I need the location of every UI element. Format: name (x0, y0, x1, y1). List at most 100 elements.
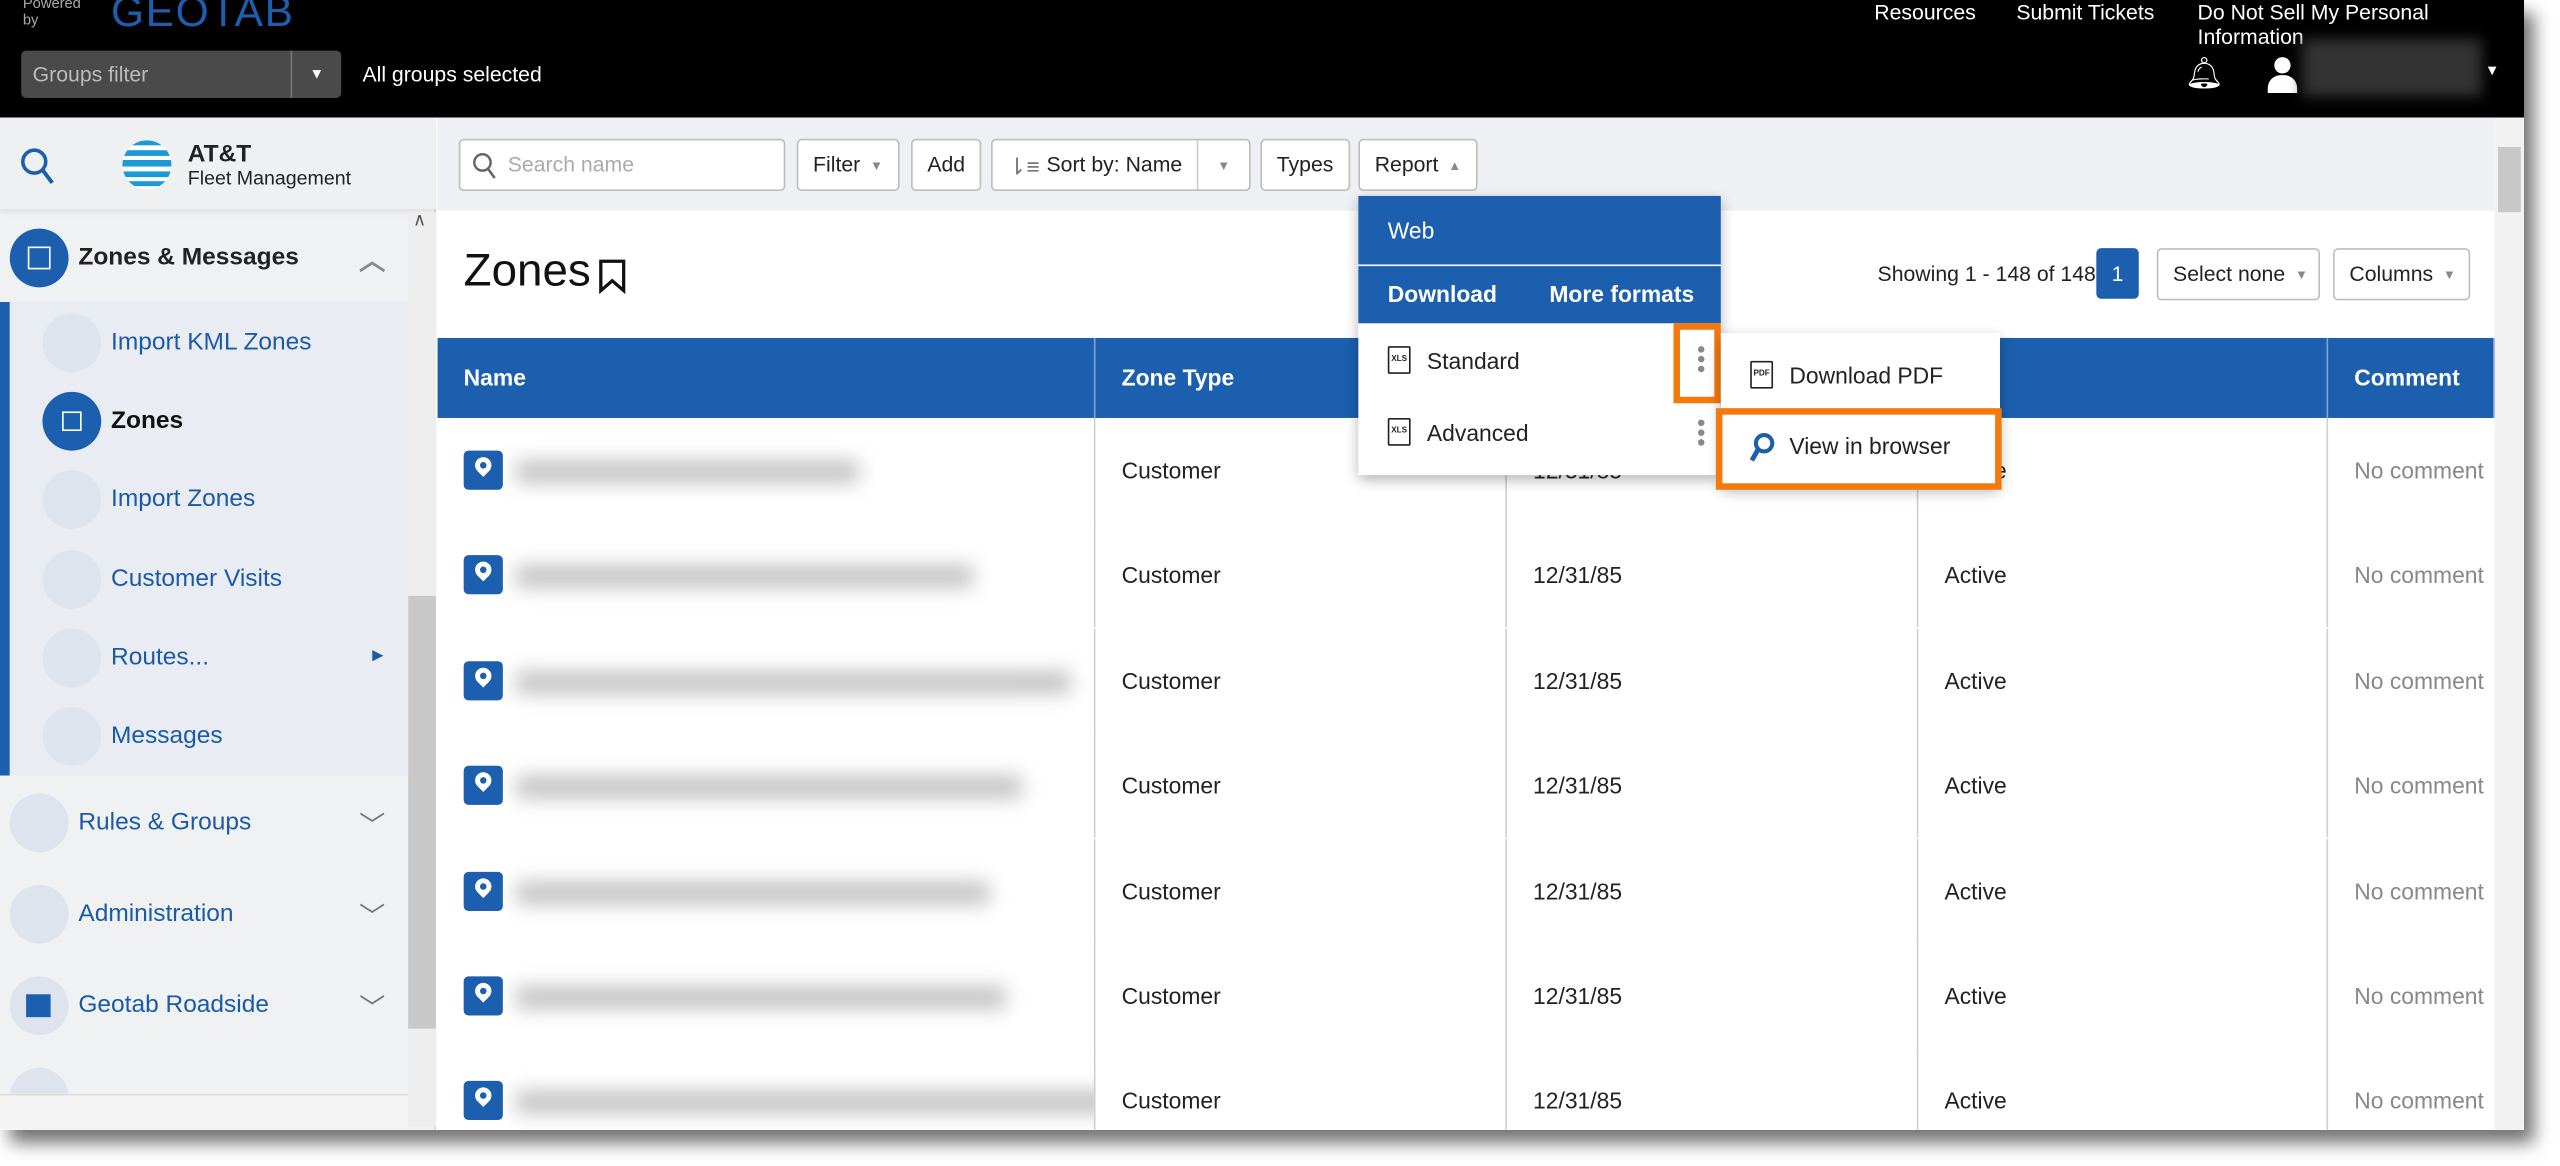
cell-status: Active (1918, 523, 2329, 628)
caret-down-icon: ▼ (1217, 158, 1231, 174)
sidebar-section-zones-messages[interactable]: Zones & Messages ︿ (0, 219, 408, 297)
chevron-up-icon[interactable]: ︿ (359, 238, 385, 277)
cell-date: 12/31/85 (1507, 628, 1919, 733)
zones-messages-icon (9, 228, 69, 288)
cell-name[interactable] (438, 838, 1096, 944)
cell-comment: No comment (2354, 1087, 2484, 1115)
menu-item-web[interactable]: Web (1358, 195, 1721, 265)
cell-name[interactable] (438, 1048, 1096, 1130)
highlight-view-in-browser (1715, 408, 2002, 490)
table-row[interactable]: Customer12/31/85Active No comment (438, 733, 2495, 838)
groups-status: All groups selected (362, 62, 542, 87)
sidebar-item-import-zones[interactable]: Import Zones (0, 460, 408, 538)
add-button[interactable]: Add (911, 138, 982, 192)
report-menu: Web Download More formats XLS Standard X… (1358, 195, 1721, 476)
zone-pin-icon (463, 871, 503, 911)
main-scrollbar-thumb[interactable] (2497, 146, 2521, 213)
menu-item-label: Download PDF (1789, 362, 1944, 389)
link-resources[interactable]: Resources (1874, 0, 1975, 24)
sidebar-header: AT&T Fleet Management (0, 117, 436, 209)
cell-date: 12/31/85 (1507, 943, 1919, 1049)
table-row[interactable]: Customer12/31/85Active No comment (438, 523, 2495, 628)
powered-by-label: Powered by (22, 0, 81, 28)
sidebar-section-rules-groups[interactable]: Rules & Groups ﹀ (0, 784, 408, 862)
select-none-label: Select none (2173, 261, 2286, 286)
cell-comment: No comment (2354, 562, 2484, 589)
bell-icon[interactable]: 🔔︎ (2184, 54, 2223, 93)
groups-filter-placeholder: Groups filter (32, 62, 149, 87)
redacted-zone-name (515, 460, 859, 484)
sidebar-item-customer-visits[interactable]: Customer Visits (0, 540, 408, 618)
sidebar-section-partial[interactable] (0, 1058, 408, 1094)
main-scrollbar-track[interactable] (2494, 117, 2525, 1130)
cell-name[interactable] (438, 523, 1096, 628)
routes-icon (42, 628, 102, 688)
chevron-down-icon[interactable]: ﹀ (359, 986, 385, 1025)
groups-filter-input[interactable]: Groups filter ▼ (21, 50, 342, 98)
cell-name[interactable] (438, 628, 1096, 733)
sidebar-item-import-kml-zones[interactable]: Import KML Zones (0, 304, 408, 382)
cell-zone-type: Customer (1096, 628, 1507, 733)
section-icon (9, 1067, 69, 1094)
menu-item-download-pdf[interactable]: PDF Download PDF (1721, 333, 2000, 408)
rules-groups-icon (9, 793, 69, 853)
bookmark-icon[interactable] (598, 258, 627, 294)
sidebar: AT&T Fleet Management ∧ ∨ Zones & Messag… (0, 117, 436, 1130)
geotab-logo: GEOTAB (111, 0, 295, 36)
search-icon[interactable] (20, 147, 56, 186)
redacted-zone-name (515, 880, 990, 904)
sidebar-item-messages[interactable]: Messages (0, 697, 408, 775)
chevron-down-icon[interactable]: ﹀ (359, 803, 385, 842)
user-menu-caret-icon[interactable]: ▼ (2485, 62, 2500, 78)
cell-comment: No comment (2354, 457, 2484, 484)
menu-item-standard[interactable]: XLS Standard (1358, 327, 1720, 399)
import-zones-icon (42, 470, 102, 529)
menu-item-advanced[interactable]: XLS Advanced (1358, 398, 1720, 470)
select-none-dropdown[interactable]: Select none ▼ (2156, 248, 2320, 301)
columns-dropdown[interactable]: Columns ▼ (2333, 248, 2471, 301)
sidebar-item-label: Messages (111, 721, 223, 750)
scroll-up-icon[interactable]: ∧ (413, 209, 426, 231)
sort-value: Name (1125, 151, 1183, 177)
column-header-comment[interactable]: Comment (2328, 337, 2495, 418)
search-input[interactable]: Search name (458, 138, 786, 192)
sidebar-scrollbar[interactable]: ∧ ∨ (408, 209, 436, 1127)
cell-status: Active (1918, 628, 2329, 733)
cell-name[interactable] (438, 733, 1096, 838)
sidebar-item-zones[interactable]: Zones (0, 382, 408, 460)
cell-name[interactable] (438, 943, 1096, 1049)
user-icon[interactable] (2267, 57, 2298, 94)
tab-download[interactable]: Download (1388, 266, 1497, 323)
more-options-icon[interactable] (1697, 419, 1705, 427)
zones-icon (42, 391, 102, 451)
table-row[interactable]: Customer12/31/85Active No comment (438, 628, 2495, 733)
tab-more-formats[interactable]: More formats (1549, 266, 1694, 323)
table-row[interactable]: Customer12/31/85Active No comment (438, 838, 2495, 944)
column-header-name[interactable]: Name (438, 337, 1096, 418)
types-label: Types (1276, 151, 1334, 177)
sidebar-scrollbar-thumb[interactable] (408, 595, 436, 1029)
sidebar-section-geotab-roadside[interactable]: Geotab Roadside ﹀ (0, 967, 408, 1045)
table-row[interactable]: Customer12/31/85Active No comment (438, 943, 2495, 1049)
search-icon (473, 153, 496, 179)
link-submit-tickets[interactable]: Submit Tickets (2016, 0, 2154, 24)
types-button[interactable]: Types (1260, 138, 1350, 192)
envelope-icon (42, 706, 102, 766)
sidebar-section-administration[interactable]: Administration ﹀ (0, 875, 408, 953)
att-globe-logo (122, 140, 172, 190)
user-name-blurred[interactable] (2302, 39, 2482, 97)
sidebar-item-routes[interactable]: Routes... ▶ (0, 619, 408, 697)
table-row[interactable]: Customer12/31/85Active No comment (438, 1048, 2495, 1130)
highlight-kebab (1673, 323, 1721, 404)
cell-name[interactable] (438, 417, 1096, 523)
chevron-down-icon[interactable]: ﹀ (359, 895, 385, 934)
sort-direction-toggle[interactable]: ▼ (1196, 140, 1249, 190)
report-button[interactable]: Report ▲ (1358, 138, 1478, 192)
cell-comment: No comment (2354, 667, 2484, 694)
columns-label: Columns (2349, 261, 2434, 286)
filter-button[interactable]: Filter ▼ (796, 138, 900, 192)
zone-pin-icon (463, 450, 503, 490)
sort-button[interactable]: ⇂≡ Sort by: Name ▼ (991, 138, 1251, 192)
page-number-button[interactable]: 1 (2096, 248, 2139, 299)
chevron-down-icon[interactable]: ▼ (290, 50, 342, 98)
